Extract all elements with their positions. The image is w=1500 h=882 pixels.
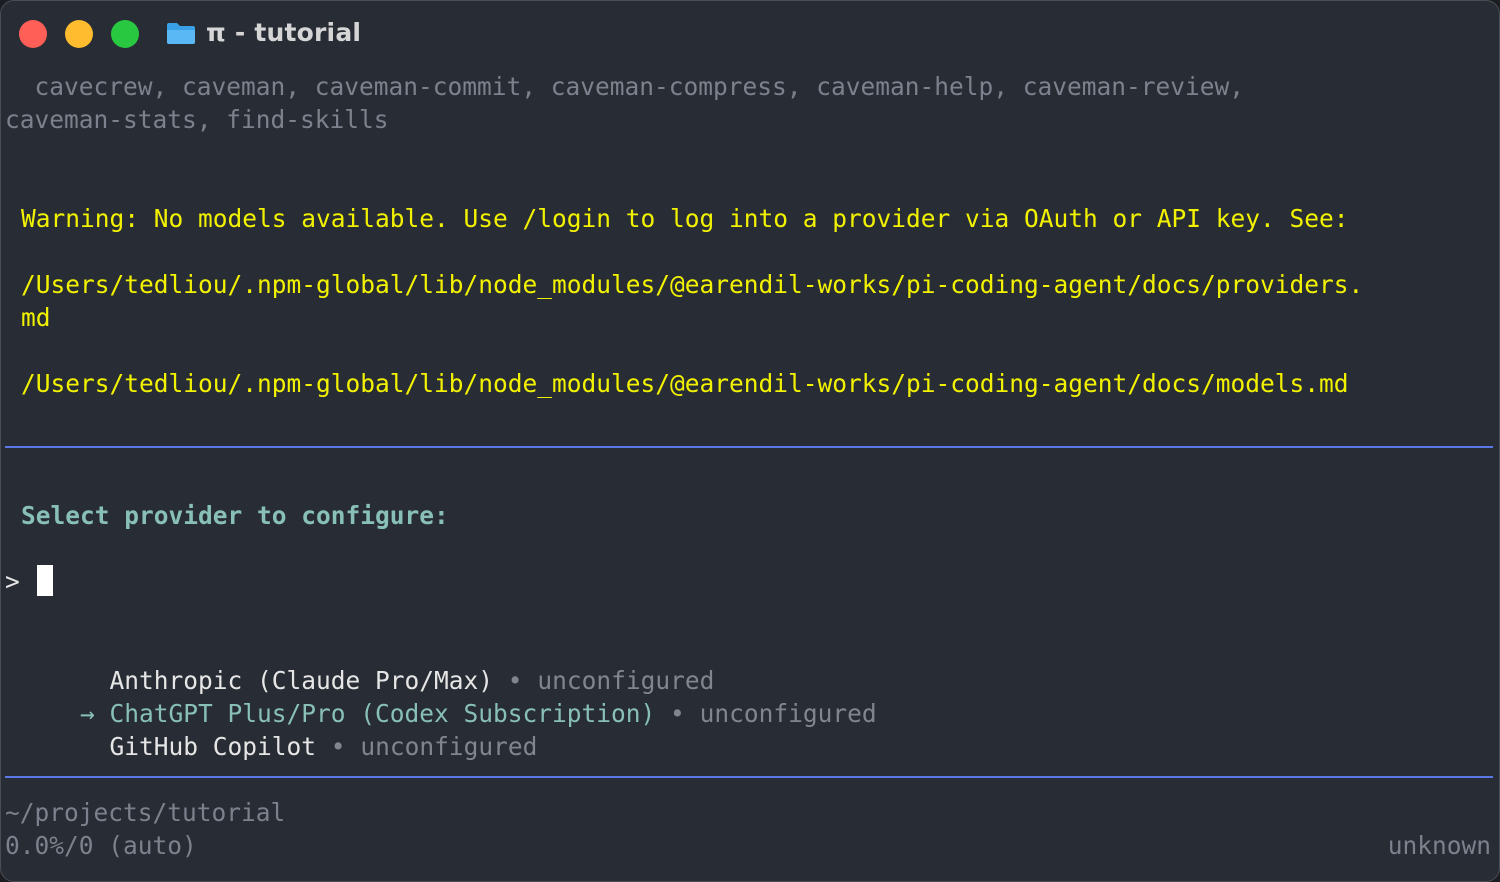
separator-dot: • bbox=[655, 699, 700, 728]
footer-cwd: ~/projects/tutorial bbox=[5, 798, 286, 827]
selector-heading: Select provider to configure: bbox=[21, 501, 449, 530]
skills-list-line-2: caveman-stats, find-skills bbox=[5, 105, 389, 134]
models-doc-path: /Users/tedliou/.npm-global/lib/node_modu… bbox=[21, 369, 1349, 398]
terminal-window: π - tutorial cavecrew, caveman, caveman-… bbox=[0, 0, 1500, 882]
footer-model: unknown bbox=[1387, 831, 1491, 860]
skills-list-line-1: cavecrew, caveman, caveman-commit, cavem… bbox=[5, 72, 1245, 101]
provider-status: unconfigured bbox=[699, 699, 877, 728]
minimize-window-button[interactable] bbox=[65, 20, 93, 48]
providers-doc-path-wrap: md bbox=[21, 303, 51, 332]
divider-bottom bbox=[5, 776, 1493, 778]
warning-message: Warning: No models available. Use /login… bbox=[21, 204, 1349, 233]
provider-item[interactable]: GitHub Copilot • unconfigured bbox=[21, 697, 538, 796]
provider-status: unconfigured bbox=[360, 732, 538, 761]
title-bar: π - tutorial bbox=[1, 1, 1499, 65]
divider-top bbox=[5, 446, 1493, 448]
search-input-cursor[interactable] bbox=[37, 565, 53, 596]
item-marker bbox=[80, 732, 110, 761]
footer-usage: 0.0%/0 (auto) bbox=[5, 831, 197, 860]
window-title-group: π - tutorial bbox=[166, 18, 361, 47]
zoom-window-button[interactable] bbox=[111, 20, 139, 48]
separator-dot: • bbox=[316, 732, 361, 761]
window-title: π - tutorial bbox=[206, 18, 362, 47]
prompt-symbol: > bbox=[5, 567, 20, 596]
close-window-button[interactable] bbox=[19, 20, 47, 48]
providers-doc-path: /Users/tedliou/.npm-global/lib/node_modu… bbox=[21, 270, 1364, 299]
provider-name: GitHub Copilot bbox=[109, 732, 317, 761]
folder-icon bbox=[166, 21, 196, 45]
